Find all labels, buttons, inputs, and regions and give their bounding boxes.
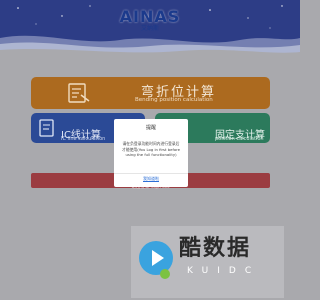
card-subtitle: position calculation: [215, 136, 264, 142]
document-calc-icon: [68, 83, 90, 103]
header: AINAS 艾纳斯: [0, 0, 300, 58]
document-icon: [39, 119, 54, 137]
app-logo: AINAS 艾纳斯: [111, 8, 189, 36]
card-subtitle: IC line calculation: [61, 136, 106, 142]
dialog-message: 请在负登录功能时间内进行登录后才能使用(You Log in first bef…: [122, 141, 180, 157]
card-subtitle: Bending position calculation: [135, 97, 213, 103]
bending-position-card[interactable]: 弯折位计算 Bending position calculation: [31, 77, 270, 109]
watermark-subtitle: KUIDC: [187, 266, 261, 276]
watermark-title: 酷数据: [179, 236, 252, 261]
logo-sub: 艾纳斯: [140, 25, 159, 32]
dialog-confirm-button[interactable]: 我知道啦: [114, 176, 188, 182]
alert-dialog: 提醒 请在负登录功能时间内进行登录后才能使用(You Log in first …: [114, 119, 188, 187]
watermark: 酷数据 KUIDC: [131, 226, 284, 298]
logo-word: AINAS: [119, 7, 181, 26]
dialog-divider: [114, 173, 188, 174]
dialog-title: 提醒: [145, 125, 156, 131]
